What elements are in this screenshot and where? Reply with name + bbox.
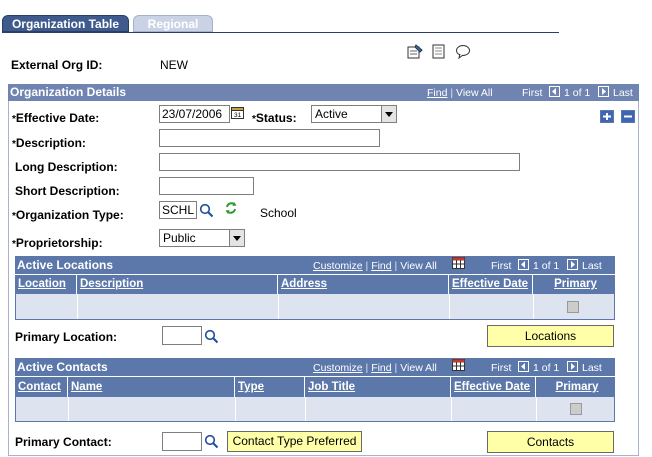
- column-header-address[interactable]: Address: [278, 275, 449, 294]
- external-org-id-value: NEW: [160, 58, 188, 72]
- organization-type-description: School: [260, 206, 297, 220]
- column-header-effective-date[interactable]: Effective Date: [451, 377, 536, 397]
- nav-separator: |: [365, 260, 369, 272]
- download-grid-icon[interactable]: [452, 359, 465, 374]
- locations-nav: Customize | Find | View All: [313, 260, 437, 272]
- primary-contact-input[interactable]: [162, 432, 202, 451]
- locations-find-link[interactable]: Find: [371, 260, 391, 272]
- chevron-down-icon[interactable]: [381, 106, 396, 122]
- column-header-location[interactable]: Location: [15, 275, 77, 294]
- status-label: *Status:: [252, 111, 297, 125]
- tab-regional[interactable]: Regional: [133, 15, 213, 32]
- first-arrow-icon[interactable]: [549, 86, 560, 100]
- add-row-button[interactable]: [600, 110, 614, 123]
- contact-type-preferred-button[interactable]: Contact Type Preferred: [227, 431, 362, 452]
- locations-button[interactable]: Locations: [487, 325, 614, 347]
- active-contacts-header: Active Contacts Customize | Find | View …: [15, 358, 615, 376]
- column-header-primary[interactable]: Primary: [533, 275, 615, 294]
- nav-separator: |: [365, 362, 369, 374]
- primary-location-checkbox[interactable]: [567, 301, 579, 313]
- column-header-job-title[interactable]: Job Title: [305, 377, 451, 397]
- table-row: [15, 294, 615, 320]
- column-header-effective-date[interactable]: Effective Date: [449, 275, 533, 294]
- effective-date-input[interactable]: 23/07/2006: [159, 105, 230, 123]
- description-input[interactable]: [159, 129, 380, 147]
- proprietorship-select[interactable]: Public: [159, 229, 245, 247]
- locations-first-label: First: [491, 260, 512, 272]
- contacts-last-label: Last: [582, 362, 602, 374]
- report-icon[interactable]: [432, 44, 446, 59]
- search-icon[interactable]: [199, 203, 214, 218]
- tab-organization-table[interactable]: Organization Table: [2, 15, 129, 32]
- long-description-input[interactable]: [159, 153, 520, 171]
- short-description-input[interactable]: [159, 177, 254, 195]
- contacts-customize-link[interactable]: Customize: [313, 362, 363, 374]
- comment-icon[interactable]: [455, 44, 471, 60]
- active-contacts-title: Active Contacts: [17, 360, 108, 374]
- first-arrow-icon[interactable]: [518, 361, 529, 375]
- effective-date-label: *Effective Date:: [12, 111, 100, 125]
- table-row: [15, 397, 615, 422]
- details-first-label: First: [522, 87, 543, 99]
- locations-customize-link[interactable]: Customize: [313, 260, 363, 272]
- download-grid-icon[interactable]: [452, 257, 465, 272]
- locations-view-all: View All: [400, 260, 437, 272]
- locations-count: 1 of 1: [533, 260, 560, 272]
- long-description-label: Long Description:: [15, 160, 118, 174]
- last-arrow-icon[interactable]: [567, 259, 578, 273]
- column-header-type[interactable]: Type: [235, 377, 305, 397]
- proprietorship-value: Public: [163, 231, 196, 245]
- nav-separator: |: [450, 87, 454, 99]
- organization-type-label: *Organization Type:: [12, 208, 124, 222]
- proprietorship-label: *Proprietorship:: [12, 236, 103, 250]
- search-icon[interactable]: [204, 329, 219, 344]
- primary-contact-label: Primary Contact:: [15, 435, 112, 449]
- tab-underline: [2, 32, 559, 33]
- primary-contact-checkbox[interactable]: [570, 403, 582, 415]
- search-icon[interactable]: [204, 434, 219, 449]
- last-arrow-icon[interactable]: [598, 86, 609, 100]
- column-header-primary[interactable]: Primary: [536, 377, 615, 397]
- contacts-count: 1 of 1: [533, 362, 560, 374]
- last-arrow-icon[interactable]: [567, 361, 578, 375]
- svg-text:31: 31: [234, 112, 242, 119]
- notepad-icon[interactable]: [407, 44, 423, 59]
- details-find-link[interactable]: Find: [427, 87, 447, 99]
- active-locations-title: Active Locations: [17, 258, 114, 272]
- description-label: *Description:: [12, 136, 86, 150]
- column-header-description[interactable]: Description: [77, 275, 278, 294]
- organization-details-title: Organization Details: [10, 85, 127, 99]
- column-header-name[interactable]: Name: [68, 377, 235, 397]
- external-org-id-label: External Org ID:: [11, 58, 103, 72]
- chevron-down-icon[interactable]: [229, 230, 244, 246]
- primary-location-label: Primary Location:: [15, 330, 118, 344]
- refresh-icon[interactable]: [224, 201, 238, 215]
- nav-separator: |: [394, 362, 398, 374]
- locations-last-label: Last: [582, 260, 602, 272]
- contacts-nav: Customize | Find | View All: [313, 362, 437, 374]
- nav-separator: |: [394, 260, 398, 272]
- details-last-label: Last: [613, 87, 633, 99]
- contacts-view-all: View All: [400, 362, 437, 374]
- column-header-contact[interactable]: Contact: [15, 377, 68, 397]
- organization-details-header: Organization Details Find | View All Fir…: [8, 84, 639, 101]
- details-nav: Find | View All: [427, 87, 493, 99]
- contacts-first-label: First: [491, 362, 512, 374]
- calendar-icon[interactable]: 31: [231, 106, 245, 120]
- status-select[interactable]: Active: [311, 105, 397, 123]
- active-locations-header: Active Locations Customize | Find | View…: [15, 256, 615, 274]
- first-arrow-icon[interactable]: [518, 259, 529, 273]
- details-count: 1 of 1: [564, 87, 591, 99]
- primary-location-input[interactable]: [162, 326, 202, 345]
- organization-type-input[interactable]: SCHL: [159, 201, 197, 219]
- details-view-all: View All: [456, 87, 493, 99]
- short-description-label: Short Description:: [15, 184, 120, 198]
- contacts-button[interactable]: Contacts: [487, 431, 614, 453]
- contacts-find-link[interactable]: Find: [371, 362, 391, 374]
- delete-row-button[interactable]: [621, 110, 635, 123]
- status-value: Active: [315, 107, 348, 121]
